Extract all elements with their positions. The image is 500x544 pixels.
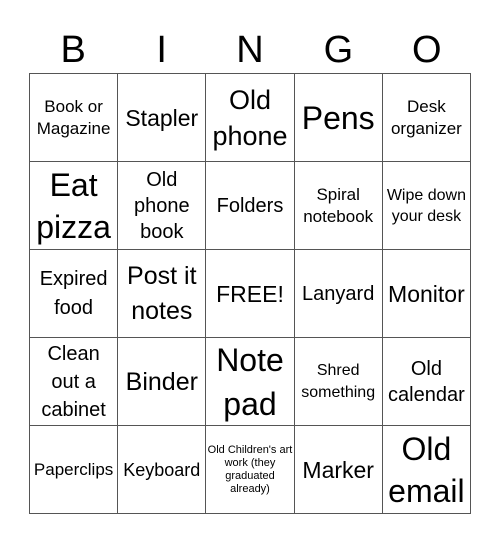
cell-text: Desk organizer [390,96,462,138]
bingo-cell[interactable]: Note pad [206,338,295,426]
cell-text: Spiral notebook [303,184,374,226]
bingo-cell[interactable]: Book or Magazine [30,74,119,162]
cell-text: Folders [216,194,284,217]
bingo-cell[interactable]: Old Children's art work (they graduated … [206,426,295,514]
cell-text: Eat pizza [36,166,111,245]
cell-text: Clean out a cabinet [41,342,106,421]
bingo-cell[interactable]: Lanyard [294,250,383,338]
header-letter-g: G [323,29,354,71]
cell-text: Old phone [212,84,288,151]
bingo-cell[interactable]: Shred something [294,338,383,426]
cell-text: Note pad [216,341,284,422]
bingo-cell[interactable]: Stapler [118,74,207,162]
bingo-cell[interactable]: Wipe down your desk [382,162,471,250]
bingo-cell[interactable]: Post it notes [118,250,207,338]
header-letter-i: I [156,29,167,71]
cell-text: Old email [388,430,465,509]
bingo-cell[interactable]: Monitor [382,250,471,338]
bingo-cell[interactable]: Spiral notebook [294,162,383,250]
bingo-grid: Book or Magazine Stapler Old phone Pens … [29,73,471,514]
bingo-cell[interactable]: Folders [206,162,295,250]
cell-text: Stapler [125,104,199,131]
cell-text: Paperclips [33,459,114,479]
bingo-cell[interactable]: FREE! [206,250,295,338]
cell-text: Old Children's art work (they graduated … [207,443,293,495]
cell-text: Binder [125,367,198,396]
cell-text: Keyboard [123,459,201,480]
cell-text: Shred something [301,361,376,401]
bingo-cell[interactable]: Old phone book [118,162,207,250]
header-letter-o: O [412,29,442,71]
bingo-cell[interactable]: Old phone [206,74,295,162]
header-letter-b: B [60,29,86,71]
bingo-cell[interactable]: Old calendar [382,338,471,426]
bingo-cell[interactable]: Binder [118,338,207,426]
cell-text: Marker [302,456,374,483]
cell-text: Old phone book [133,168,190,243]
bingo-cell[interactable]: Keyboard [118,426,207,514]
bingo-cell[interactable]: Pens [294,74,383,162]
cell-text: Book or Magazine [36,96,111,138]
cell-text: Expired food [39,267,108,319]
bingo-cell[interactable]: Marker [294,426,383,514]
cell-text: Pens [301,99,375,136]
bingo-cell[interactable]: Paperclips [30,426,119,514]
bingo-cell[interactable]: Desk organizer [382,74,471,162]
bingo-cell[interactable]: Old email [382,426,471,514]
cell-text: Post it notes [127,261,197,325]
cell-text-free: FREE! [216,280,284,307]
cell-text: Lanyard [302,282,375,305]
bingo-header: B I N G O [29,28,471,72]
cell-text: Old calendar [388,357,465,406]
cell-text: Wipe down your desk [386,186,466,225]
bingo-cell[interactable]: Expired food [30,250,119,338]
header-letter-n: N [236,29,264,71]
bingo-cell[interactable]: Clean out a cabinet [30,338,119,426]
bingo-cell[interactable]: Eat pizza [30,162,119,250]
cell-text: Monitor [388,280,465,307]
